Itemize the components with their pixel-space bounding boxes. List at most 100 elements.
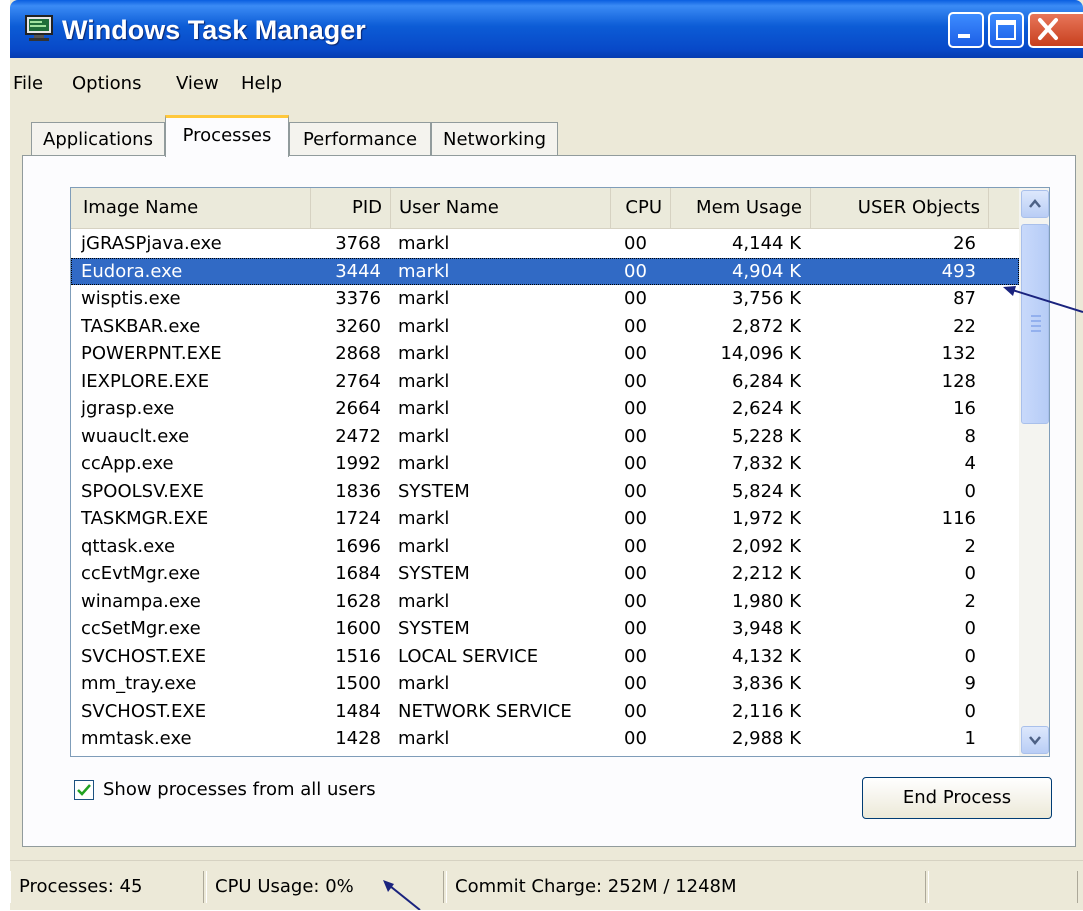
table-row[interactable]: ccEvtMgr.exe 1684 SYSTEM 00 2,212 K 0 <box>71 560 1019 588</box>
cell-name: wisptis.exe <box>81 288 181 309</box>
cell-name: jGRASPjava.exe <box>81 233 222 254</box>
status-empty <box>928 871 1078 903</box>
cell-user: SYSTEM <box>398 480 470 502</box>
tab-networking[interactable]: Networking <box>431 122 558 156</box>
cell-cpu: 00 <box>624 700 647 722</box>
cell-cpu: 00 <box>624 425 647 447</box>
cell-user: markl <box>398 288 450 309</box>
cell-pid: 1836 <box>335 480 381 502</box>
cell-cpu: 00 <box>624 398 647 419</box>
cell-mem: 2,116 K <box>731 700 801 722</box>
column-mem-usage[interactable]: Mem Usage <box>671 188 811 228</box>
scroll-thumb[interactable] <box>1021 224 1049 424</box>
table-row[interactable]: Eudora.exe 3444 markl 00 4,904 K 493 <box>71 257 1019 285</box>
cell-user: SYSTEM <box>398 563 470 584</box>
cell-mem: 2,872 K <box>731 315 801 337</box>
column-pid[interactable]: PID <box>311 188 391 228</box>
cell-user: markl <box>398 673 450 694</box>
minimize-button[interactable] <box>948 12 984 48</box>
menu-view[interactable]: View <box>176 70 219 98</box>
cell-objects: 0 <box>964 563 976 584</box>
table-row[interactable]: wisptis.exe 3376 markl 00 3,756 K 87 <box>71 285 1019 313</box>
cell-objects: 128 <box>941 370 976 392</box>
tab-performance[interactable]: Performance <box>289 122 431 156</box>
cell-cpu: 00 <box>624 673 647 694</box>
cell-mem: 6,284 K <box>731 370 801 392</box>
maximize-button[interactable] <box>988 12 1024 48</box>
table-row[interactable]: winampa.exe 1628 markl 00 1,980 K 2 <box>71 588 1019 616</box>
cell-objects: 0 <box>964 618 976 639</box>
end-process-button[interactable]: End Process <box>862 777 1052 819</box>
vertical-scrollbar[interactable] <box>1019 188 1049 756</box>
table-row[interactable]: mmtask.exe 1428 markl 00 2,988 K 1 <box>71 725 1019 753</box>
table-row[interactable]: SPOOLSV.EXE 1836 SYSTEM 00 5,824 K 0 <box>71 478 1019 506</box>
tab-processes[interactable]: Processes <box>165 115 289 157</box>
cell-user: markl <box>398 508 450 529</box>
menu-help[interactable]: Help <box>241 70 282 98</box>
cell-user: markl <box>398 233 450 254</box>
cell-name: ccEvtMgr.exe <box>81 563 201 584</box>
cell-pid: 1516 <box>335 645 381 667</box>
cell-pid: 3260 <box>335 315 381 337</box>
cell-name: wuauclt.exe <box>81 425 190 447</box>
scroll-down-button[interactable] <box>1021 726 1049 754</box>
show-all-users-checkbox[interactable] <box>74 780 94 800</box>
cell-pid: 1628 <box>335 590 381 612</box>
cell-user: markl <box>398 370 450 392</box>
cell-pid: 1684 <box>335 563 381 584</box>
status-commit-charge: Commit Charge: 252M / 1248M <box>446 871 926 903</box>
table-row[interactable]: POWERPNT.EXE 2868 markl 00 14,096 K 132 <box>71 340 1019 368</box>
table-row[interactable]: ccApp.exe 1992 markl 00 7,832 K 4 <box>71 450 1019 478</box>
table-row[interactable]: wuauclt.exe 2472 markl 00 5,228 K 8 <box>71 423 1019 451</box>
column-image-name[interactable]: Image Name <box>71 188 311 228</box>
chevron-down-icon <box>1029 736 1041 745</box>
cell-objects: 0 <box>964 480 976 502</box>
cell-pid: 3376 <box>335 288 381 309</box>
cell-objects: 0 <box>964 700 976 722</box>
table-row[interactable]: SVCHOST.EXE 1516 LOCAL SERVICE 00 4,132 K 0 <box>71 643 1019 671</box>
column-cpu[interactable]: CPU <box>611 188 671 228</box>
tab-applications[interactable]: Applications <box>31 122 165 156</box>
menu-options[interactable]: Options <box>72 70 141 98</box>
table-row[interactable]: qttask.exe 1696 markl 00 2,092 K 2 <box>71 533 1019 561</box>
column-user-objects[interactable]: USER Objects <box>811 188 989 228</box>
close-button[interactable] <box>1028 12 1083 48</box>
cell-cpu: 00 <box>624 618 647 639</box>
cell-name: POWERPNT.EXE <box>81 343 222 364</box>
cell-mem: 7,832 K <box>731 453 801 474</box>
title-bar[interactable]: Windows Task Manager <box>10 0 1083 58</box>
cell-objects: 4 <box>964 453 976 474</box>
scroll-up-button[interactable] <box>1021 190 1049 218</box>
cell-mem: 1,980 K <box>731 590 801 612</box>
cell-cpu: 00 <box>624 728 647 749</box>
table-row[interactable]: SVCHOST.EXE 1484 NETWORK SERVICE 00 2,116 K 0 <box>71 698 1019 726</box>
cell-user: NETWORK SERVICE <box>398 700 572 722</box>
cell-name: SPOOLSV.EXE <box>81 480 204 502</box>
table-row[interactable]: TASKBAR.exe 3260 markl 00 2,872 K 22 <box>71 313 1019 341</box>
table-row[interactable]: mm_tray.exe 1500 markl 00 3,836 K 9 <box>71 670 1019 698</box>
table-row[interactable]: jgrasp.exe 2664 markl 00 2,624 K 16 <box>71 395 1019 423</box>
cell-user: markl <box>398 535 450 557</box>
show-all-users-label[interactable]: Show processes from all users <box>103 778 376 802</box>
table-row[interactable]: jGRASPjava.exe 3768 markl 00 4,144 K 26 <box>71 230 1019 258</box>
cell-cpu: 00 <box>624 508 647 529</box>
cell-user: SYSTEM <box>398 618 470 639</box>
cell-objects: 16 <box>953 398 976 419</box>
cell-mem: 2,092 K <box>731 535 801 557</box>
cell-objects: 26 <box>953 233 976 254</box>
table-row[interactable]: ccSetMgr.exe 1600 SYSTEM 00 3,948 K 0 <box>71 615 1019 643</box>
cell-cpu: 00 <box>624 480 647 502</box>
process-list[interactable]: Image Name PID User Name CPU Mem Usage U… <box>70 187 1050 757</box>
cell-cpu: 00 <box>624 535 647 557</box>
status-processes: Processes: 45 <box>10 871 204 903</box>
cell-cpu: 00 <box>624 315 647 337</box>
table-row[interactable]: TASKMGR.EXE 1724 markl 00 1,972 K 116 <box>71 505 1019 533</box>
menu-file[interactable]: File <box>13 70 43 98</box>
cell-objects: 87 <box>953 288 976 309</box>
cell-objects: 1 <box>964 728 976 749</box>
cell-pid: 1992 <box>335 453 381 474</box>
column-user-name[interactable]: User Name <box>391 188 611 228</box>
cell-cpu: 00 <box>624 590 647 612</box>
cell-name: mmtask.exe <box>81 728 192 749</box>
table-row[interactable]: IEXPLORE.EXE 2764 markl 00 6,284 K 128 <box>71 368 1019 396</box>
